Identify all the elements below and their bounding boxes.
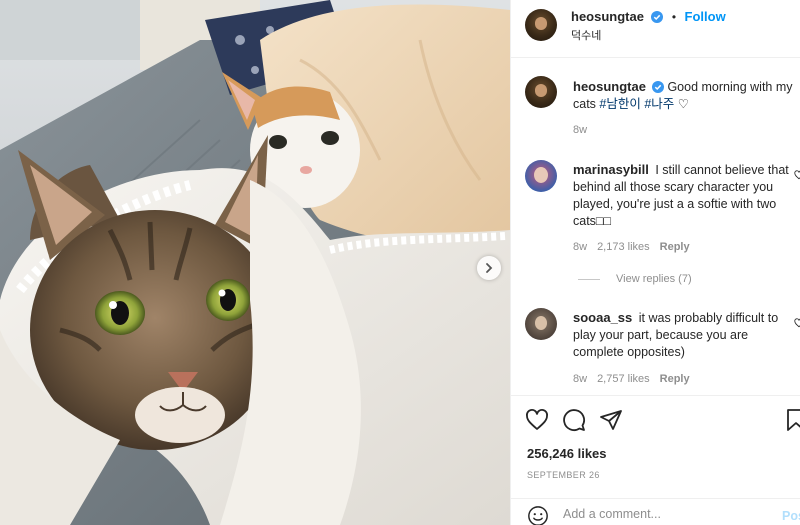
reply-button[interactable]: Reply bbox=[660, 241, 690, 253]
follow-button[interactable]: Follow bbox=[685, 9, 726, 24]
caption-suffix: ♡ bbox=[674, 97, 689, 111]
comment-likes[interactable]: 2,757 likes bbox=[597, 373, 650, 385]
post-date[interactable]: SEPTEMBER 26 bbox=[527, 470, 600, 480]
comment-avatar[interactable] bbox=[525, 160, 557, 192]
comment-item: sooaa_ss it was probably difficult to pl… bbox=[573, 309, 797, 361]
comment-input[interactable] bbox=[563, 507, 763, 521]
caption-time[interactable]: 8w bbox=[573, 124, 587, 136]
view-replies-button[interactable]: View replies (7) bbox=[578, 273, 692, 285]
add-comment-bar: Post bbox=[511, 498, 800, 525]
comment-avatar[interactable] bbox=[525, 308, 557, 340]
comment-username[interactable]: marinasybill bbox=[573, 162, 649, 177]
separator-dot: • bbox=[671, 10, 677, 24]
share-icon[interactable] bbox=[599, 408, 623, 432]
verified-badge-icon bbox=[651, 81, 664, 93]
chevron-right-icon bbox=[486, 263, 493, 273]
comment-like-icon[interactable] bbox=[794, 318, 800, 328]
post-actions: 256,246 likes SEPTEMBER 26 Post bbox=[511, 395, 800, 525]
comment-meta: 8w 2,757 likes Reply bbox=[573, 373, 700, 385]
post-image[interactable] bbox=[0, 0, 510, 525]
location-link[interactable]: 덕수네 bbox=[571, 27, 601, 43]
next-photo-button[interactable] bbox=[477, 256, 501, 280]
comment-username[interactable]: sooaa_ss bbox=[573, 310, 632, 325]
verified-badge-icon bbox=[651, 11, 664, 23]
post-side-panel: heosungtae • Follow 덕수네 heosungtae Good … bbox=[510, 0, 800, 525]
heart-icon[interactable] bbox=[525, 408, 549, 432]
comment-likes[interactable]: 2,173 likes bbox=[597, 241, 650, 253]
comment-like-icon[interactable] bbox=[794, 170, 800, 180]
comment-meta: 8w 2,173 likes Reply bbox=[573, 241, 700, 253]
comment-time[interactable]: 8w bbox=[573, 241, 587, 253]
emoji-icon[interactable] bbox=[527, 505, 549, 525]
caption-username[interactable]: heosungtae bbox=[573, 79, 646, 94]
username-link[interactable]: heosungtae bbox=[571, 9, 644, 24]
bookmark-icon[interactable] bbox=[785, 408, 800, 432]
post-comment-button[interactable]: Post bbox=[782, 509, 800, 523]
hashtag-link[interactable]: #남한이 bbox=[599, 97, 640, 111]
post-header: heosungtae • Follow 덕수네 bbox=[511, 0, 800, 58]
comment-time[interactable]: 8w bbox=[573, 373, 587, 385]
avatar[interactable] bbox=[525, 9, 557, 41]
comment-icon[interactable] bbox=[562, 408, 586, 432]
reply-button[interactable]: Reply bbox=[660, 373, 690, 385]
cats-photo bbox=[0, 0, 510, 525]
likes-count[interactable]: 256,246 likes bbox=[527, 446, 607, 461]
comment-item: marinasybill I still cannot believe that… bbox=[573, 161, 797, 230]
hashtag-link[interactable]: #나주 bbox=[644, 97, 674, 111]
caption: heosungtae Good morning with my cats #남한… bbox=[573, 78, 797, 113]
header-user-row: heosungtae • Follow bbox=[571, 8, 726, 26]
caption-meta: 8w bbox=[573, 124, 597, 136]
caption-avatar[interactable] bbox=[525, 76, 557, 108]
